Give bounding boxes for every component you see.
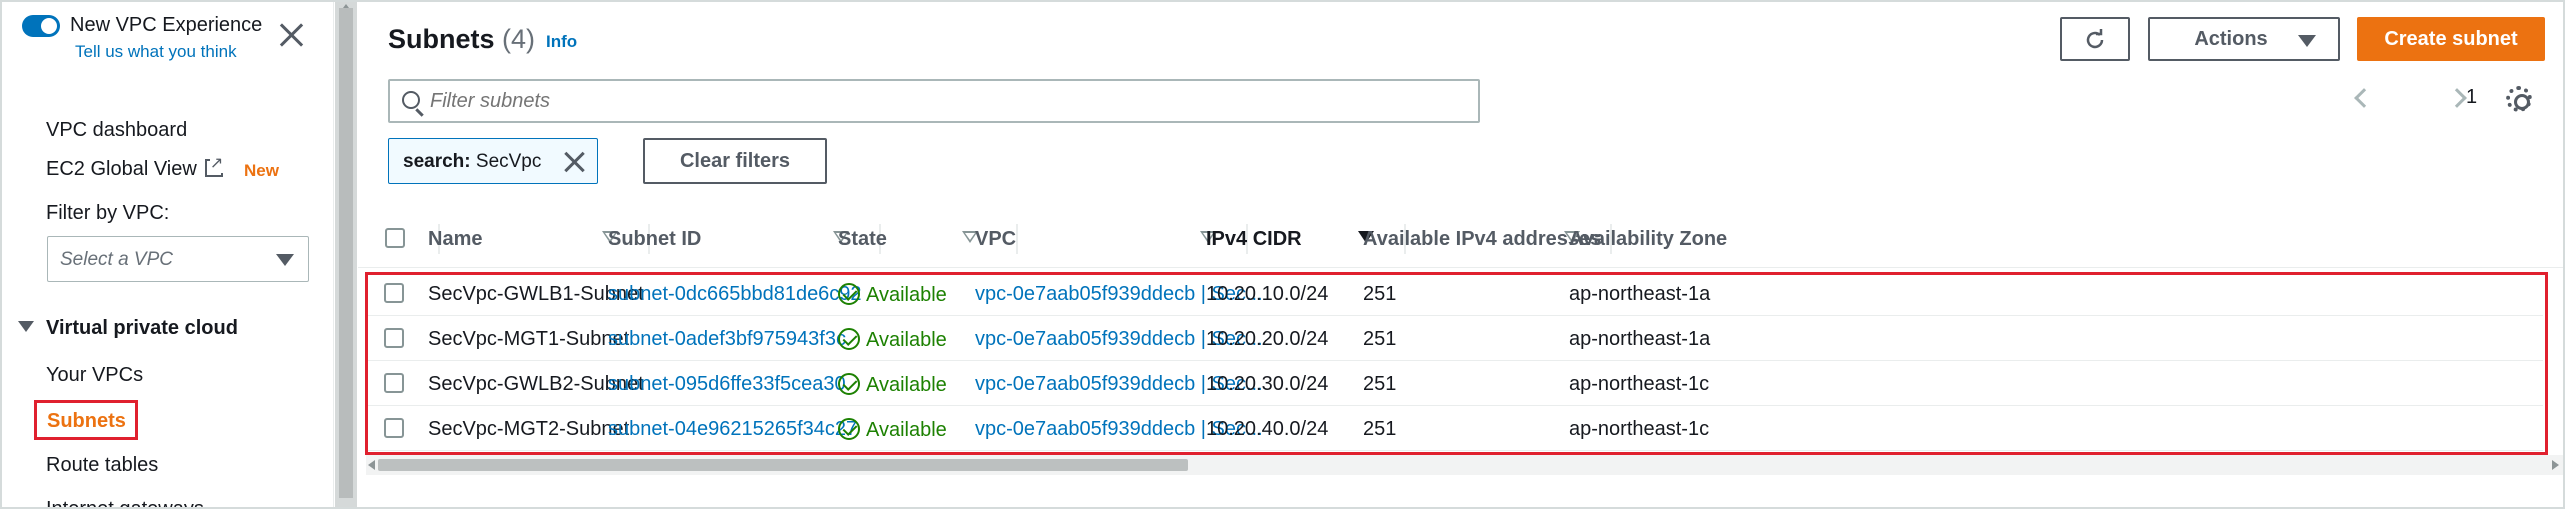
sidebar-item-internet-gateways[interactable]: Internet gateways [46, 498, 204, 507]
row-checkbox[interactable] [384, 328, 404, 348]
table-row[interactable]: SecVpc-GWLB2-Subnet subnet-095d6ffe33f5c… [368, 361, 2543, 406]
cell-name: SecVpc-MGT2-Subnet [428, 418, 630, 440]
cell-ipv4-cidr: 10.20.20.0/24 [1206, 328, 1329, 350]
feedback-link[interactable]: Tell us what you think [75, 42, 237, 62]
column-header-state[interactable]: State [838, 228, 887, 251]
new-badge: New [244, 161, 279, 180]
cell-available-ipv4: 251 [1363, 373, 1397, 395]
caret-down-icon [276, 254, 294, 266]
page-number[interactable]: 1 [2466, 86, 2477, 109]
state-text: Available [866, 374, 947, 396]
vpc-select-placeholder: Select a VPC [60, 249, 173, 270]
column-divider [1016, 224, 1018, 254]
cell-name: SecVpc-MGT1-Subnet [428, 328, 630, 350]
refresh-button[interactable] [2060, 17, 2130, 61]
cell-available-ipv4: 251 [1363, 418, 1397, 440]
filter-token-key: search: [403, 151, 471, 172]
sidebar-item-your-vpcs[interactable]: Your VPCs [46, 364, 143, 387]
table-horizontal-scrollbar[interactable] [366, 455, 2563, 475]
external-link-icon [204, 153, 224, 177]
table-row[interactable]: SecVpc-MGT2-Subnet subnet-04e96215265f34… [368, 406, 2543, 451]
close-icon[interactable] [278, 22, 304, 48]
section-label: Virtual private cloud [46, 317, 238, 339]
cell-subnet-id[interactable]: subnet-0adef3bf975943f3c [608, 328, 846, 351]
filter-by-vpc-label: Filter by VPC: [46, 202, 170, 224]
cell-available-ipv4: 251 [1363, 283, 1397, 305]
row-checkbox[interactable] [384, 418, 404, 438]
remove-filter-icon[interactable] [563, 151, 585, 173]
cell-state: Available [838, 373, 947, 397]
sidebar: New VPC Experience Tell us what you thin… [2, 2, 334, 507]
section-virtual-private-cloud[interactable]: Virtual private cloud [18, 317, 238, 340]
scrollbar-thumb[interactable] [378, 459, 1188, 471]
column-header-ipv4-cidr[interactable]: IPv4 CIDR [1206, 228, 1302, 251]
check-circle-icon [838, 373, 860, 395]
select-all-checkbox[interactable] [385, 228, 405, 248]
caret-down-icon [18, 321, 34, 332]
subnet-count: (4) [502, 24, 536, 54]
column-header-subnet-id[interactable]: Subnet ID [608, 228, 701, 251]
check-circle-icon [838, 328, 860, 350]
row-checkbox[interactable] [384, 373, 404, 393]
new-vpc-label: New VPC Experience [70, 14, 263, 36]
check-circle-icon [838, 283, 860, 305]
filter-token: search: SecVpc [388, 138, 598, 184]
column-header-vpc[interactable]: VPC [975, 228, 1016, 251]
row-checkbox[interactable] [384, 283, 404, 303]
cell-state: Available [838, 283, 947, 307]
scroll-left-icon[interactable] [368, 460, 375, 470]
cell-available-ipv4: 251 [1363, 328, 1397, 350]
state-text: Available [866, 284, 947, 306]
check-circle-icon [838, 418, 860, 440]
table-row[interactable]: SecVpc-GWLB1-Subnet subnet-0dc665bbd81de… [368, 271, 2543, 316]
sidebar-item-vpc-dashboard[interactable]: VPC dashboard [46, 119, 187, 142]
cell-availability-zone: ap-northeast-1a [1569, 328, 1711, 350]
cell-availability-zone: ap-northeast-1c [1569, 418, 1710, 440]
sidebar-scrollbar[interactable] [335, 2, 357, 507]
sidebar-item-subnets[interactable]: Subnets [34, 400, 138, 440]
table-header: Name Subnet ID State VPC IPv4 CIDR Avail… [358, 210, 2563, 268]
next-page-icon[interactable] [2447, 88, 2467, 108]
cell-availability-zone: ap-northeast-1a [1569, 283, 1711, 305]
refresh-icon [2086, 29, 2104, 49]
sidebar-item-label: EC2 Global View [46, 158, 197, 180]
state-text: Available [866, 419, 947, 441]
clear-filters-button[interactable]: Clear filters [643, 138, 827, 184]
column-header-name[interactable]: Name [428, 228, 482, 251]
filter-token-text: search: SecVpc [403, 151, 541, 173]
cell-subnet-id[interactable]: subnet-04e96215265f34c27 [608, 418, 857, 441]
title-text: Subnets [388, 24, 495, 54]
page-title: Subnets (4) [388, 24, 535, 55]
cell-subnet-id[interactable]: subnet-095d6ffe33f5cea30 [608, 373, 846, 396]
scrollbar-thumb[interactable] [339, 8, 353, 498]
new-vpc-toggle[interactable] [22, 15, 60, 37]
previous-page-icon[interactable] [2354, 88, 2374, 108]
filter-token-value: SecVpc [475, 151, 542, 172]
cell-subnet-id[interactable]: subnet-0dc665bbd81de6c92 [608, 283, 862, 306]
column-header-availability-zone[interactable]: Availability Zone [1569, 228, 1727, 251]
main-panel: Subnets (4) Info Actions Create subnet 1… [358, 2, 2563, 507]
scroll-right-icon[interactable] [2552, 460, 2559, 470]
table-row[interactable]: SecVpc-MGT1-Subnet subnet-0adef3bf975943… [368, 316, 2543, 361]
sidebar-item-label: Subnets [47, 410, 126, 432]
cell-ipv4-cidr: 10.20.30.0/24 [1206, 373, 1329, 395]
info-link[interactable]: Info [546, 32, 577, 52]
search-icon [402, 91, 420, 109]
search-input[interactable] [430, 89, 1430, 113]
sidebar-item-ec2-global-view[interactable]: EC2 Global View [46, 153, 224, 181]
cell-availability-zone: ap-northeast-1c [1569, 373, 1710, 395]
cell-ipv4-cidr: 10.20.10.0/24 [1206, 283, 1329, 305]
cell-ipv4-cidr: 10.20.40.0/24 [1206, 418, 1329, 440]
cell-state: Available [838, 328, 947, 352]
state-text: Available [866, 329, 947, 351]
sidebar-item-route-tables[interactable]: Route tables [46, 454, 158, 477]
create-subnet-button[interactable]: Create subnet [2357, 17, 2545, 61]
cell-state: Available [838, 418, 947, 442]
vpc-select[interactable]: Select a VPC [47, 236, 309, 282]
search-field[interactable] [388, 79, 1480, 123]
actions-button[interactable]: Actions [2148, 17, 2340, 61]
gear-icon[interactable] [2506, 86, 2532, 112]
